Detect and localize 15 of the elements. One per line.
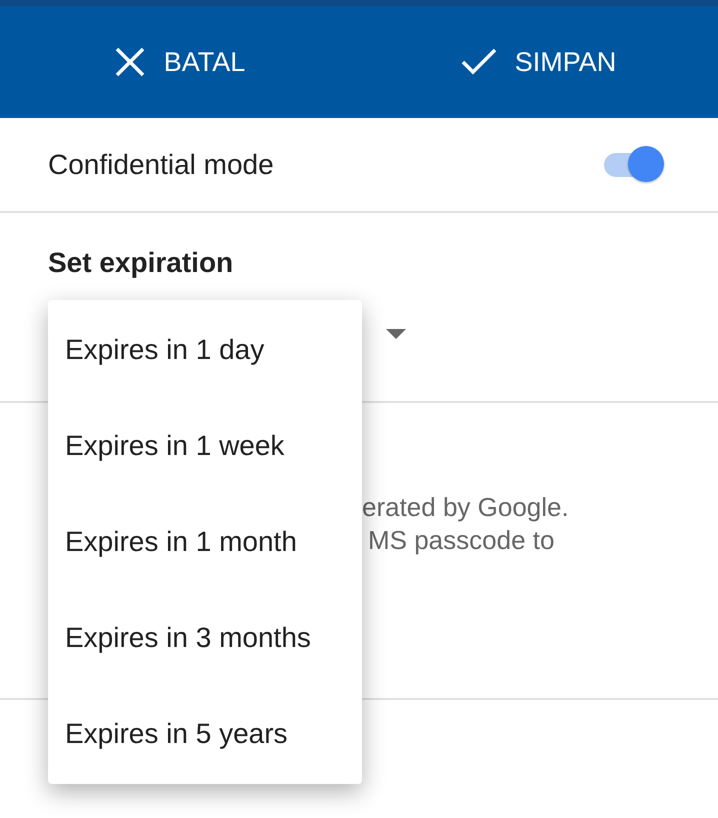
menu-item[interactable]: Expires in 5 years <box>48 686 362 782</box>
description-text: MS passcode to <box>368 524 554 557</box>
menu-item[interactable]: Expires in 1 week <box>48 398 362 494</box>
check-icon <box>460 48 497 76</box>
dropdown-caret-icon <box>386 329 406 339</box>
menu-item[interactable]: Expires in 3 months <box>48 590 362 686</box>
setting-label: Confidential mode <box>48 148 274 180</box>
save-button[interactable]: SIMPAN <box>359 6 718 118</box>
cancel-button[interactable]: BATAL <box>0 6 359 118</box>
menu-item[interactable]: Expires in 1 day <box>48 302 362 398</box>
description-text: erated by Google. <box>362 491 569 524</box>
section-heading: Set expiration <box>48 247 234 279</box>
menu-item[interactable]: Expires in 1 month <box>48 494 362 590</box>
close-icon <box>114 46 146 78</box>
toggle-switch[interactable] <box>602 144 666 184</box>
